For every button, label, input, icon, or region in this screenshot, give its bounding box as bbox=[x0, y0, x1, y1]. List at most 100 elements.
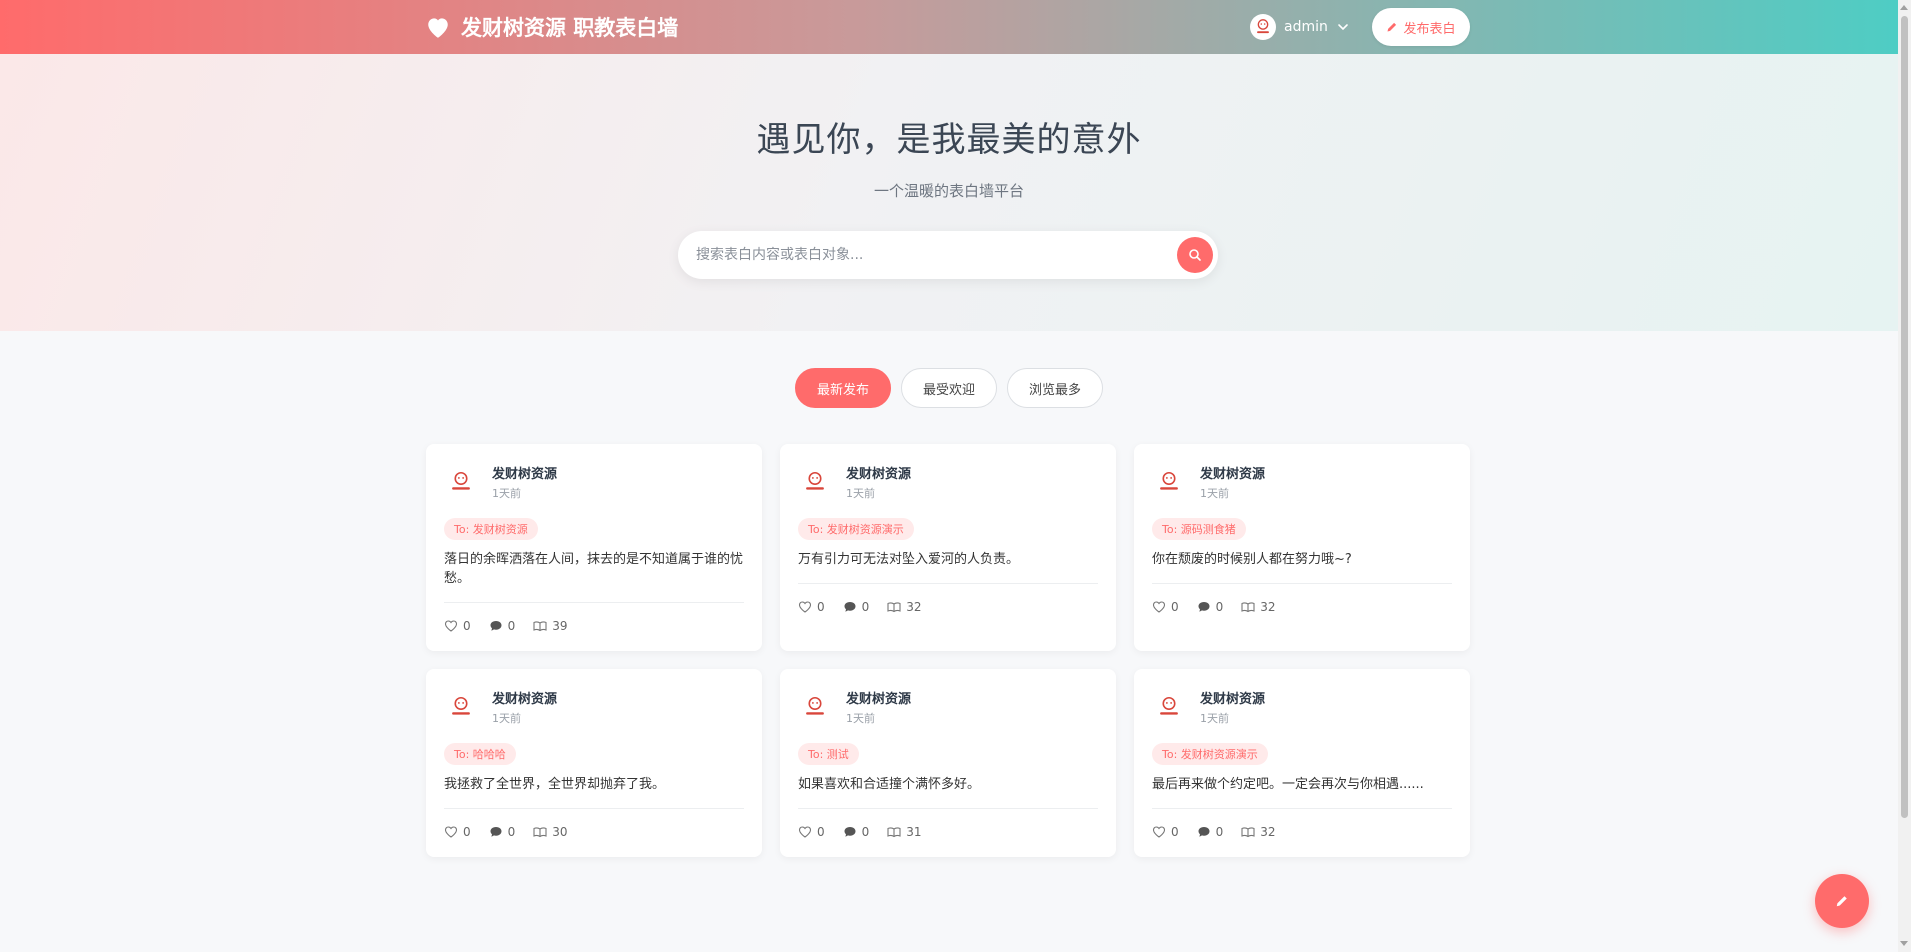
card-author: 发财树资源 bbox=[1200, 467, 1266, 482]
avatar-logo-icon bbox=[806, 696, 824, 715]
comment-count: 0 bbox=[1215, 600, 1224, 614]
card-author: 发财树资源 bbox=[1200, 692, 1266, 707]
comment-icon bbox=[1198, 602, 1210, 612]
view-count: 30 bbox=[552, 825, 568, 839]
like-button[interactable]: 0 bbox=[1152, 600, 1179, 614]
confession-card[interactable]: 发财树资源 1天前 To: 发财树资源 落日的余晖洒落在人间，抹去的是不知道属于… bbox=[426, 444, 762, 651]
avatar bbox=[798, 465, 832, 499]
view-count: 39 bbox=[552, 619, 568, 633]
page-scrollbar[interactable] bbox=[1898, 0, 1911, 952]
book-open-icon bbox=[533, 621, 547, 632]
comment-button[interactable]: 0 bbox=[1197, 825, 1224, 839]
card-author: 发财树资源 bbox=[492, 692, 558, 707]
tab-latest[interactable]: 最新发布 bbox=[794, 368, 891, 408]
like-button[interactable]: 0 bbox=[798, 600, 825, 614]
avatar-logo-icon bbox=[1257, 19, 1269, 34]
view-stat: 31 bbox=[887, 825, 922, 839]
recipient-tag: To: 发财树资源演示 bbox=[798, 518, 914, 540]
publish-label: 发布表白 bbox=[1403, 21, 1456, 37]
view-stat: 32 bbox=[887, 600, 922, 614]
like-button[interactable]: 0 bbox=[1152, 825, 1179, 839]
card-author: 发财树资源 bbox=[846, 692, 912, 707]
hero-subtitle: 一个温暖的表白墙平台 bbox=[873, 182, 1024, 200]
card-time: 1天前 bbox=[492, 487, 521, 500]
comment-button[interactable]: 0 bbox=[489, 825, 515, 839]
avatar bbox=[1250, 14, 1276, 40]
view-count: 32 bbox=[1260, 825, 1276, 839]
sort-tabs: 最新发布 最受欢迎 浏览最多 bbox=[0, 368, 1898, 408]
view-stat: 39 bbox=[533, 619, 568, 633]
card-time: 1天前 bbox=[846, 487, 875, 500]
confession-card[interactable]: 发财树资源 1天前 To: 发财树资源演示 最后再来做个约定吧。一定会再次与你相… bbox=[1134, 669, 1470, 857]
book-open-icon bbox=[1241, 602, 1255, 613]
book-open-icon bbox=[887, 602, 901, 613]
card-time: 1天前 bbox=[1200, 487, 1229, 500]
comment-icon bbox=[490, 827, 502, 837]
heart-outline-icon bbox=[444, 620, 458, 632]
avatar-logo-icon bbox=[452, 471, 470, 490]
comment-button[interactable]: 0 bbox=[1197, 600, 1224, 614]
chevron-down-icon bbox=[1336, 20, 1350, 34]
card-content: 你在颓废的时候别人都在努力哦~? bbox=[1152, 550, 1452, 584]
publish-button[interactable]: 发布表白 bbox=[1372, 8, 1470, 46]
comment-button[interactable]: 0 bbox=[489, 619, 516, 633]
search-button[interactable] bbox=[1177, 237, 1213, 273]
like-count: 0 bbox=[463, 619, 471, 633]
scroll-up-arrow-icon[interactable] bbox=[1900, 5, 1908, 10]
avatar-logo-icon bbox=[452, 696, 470, 715]
recipient-tag: To: 测试 bbox=[798, 743, 859, 765]
tab-most-viewed[interactable]: 浏览最多 bbox=[1007, 368, 1104, 408]
avatar-logo-icon bbox=[806, 471, 824, 490]
recipient-tag: To: 源码测食猪 bbox=[1152, 518, 1246, 540]
scroll-down-arrow-icon[interactable] bbox=[1900, 941, 1908, 946]
like-button[interactable]: 0 bbox=[444, 825, 471, 839]
search-icon bbox=[1189, 249, 1201, 261]
card-content: 如果喜欢和合适撞个满怀多好。 bbox=[798, 775, 1098, 809]
comment-icon bbox=[844, 602, 856, 612]
card-time: 1天前 bbox=[846, 712, 875, 725]
user-menu[interactable]: admin bbox=[1250, 14, 1350, 40]
book-open-icon bbox=[1241, 827, 1255, 838]
recipient-tag: To: 发财树资源 bbox=[444, 518, 538, 540]
like-count: 0 bbox=[1171, 825, 1179, 839]
avatar bbox=[1152, 465, 1186, 499]
comment-button[interactable]: 0 bbox=[843, 600, 870, 614]
comment-count: 0 bbox=[507, 619, 516, 633]
heart-outline-icon bbox=[444, 826, 458, 838]
brand-link[interactable]: 发财树资源 职教表白墙 bbox=[425, 13, 678, 41]
brand-title: 发财树资源 职教表白墙 bbox=[461, 16, 679, 40]
view-count: 32 bbox=[1260, 600, 1276, 614]
heart-outline-icon bbox=[798, 826, 812, 838]
top-navbar: 发财树资源 职教表白墙 admin 发布表白 bbox=[0, 0, 1898, 54]
avatar bbox=[798, 690, 832, 724]
heart-icon bbox=[428, 18, 448, 38]
comment-count: 0 bbox=[861, 600, 870, 614]
comment-button[interactable]: 0 bbox=[843, 825, 870, 839]
heart-outline-icon bbox=[1152, 826, 1166, 838]
card-author: 发财树资源 bbox=[492, 467, 558, 482]
view-count: 31 bbox=[906, 825, 922, 839]
like-count: 0 bbox=[817, 825, 825, 839]
pencil-icon bbox=[1387, 22, 1397, 32]
card-author: 发财树资源 bbox=[846, 467, 912, 482]
search-bar bbox=[678, 231, 1218, 279]
confession-card[interactable]: 发财树资源 1天前 To: 源码测食猪 你在颓废的时候别人都在努力哦~? 0 0… bbox=[1134, 444, 1470, 651]
avatar bbox=[444, 690, 478, 724]
avatar-logo-icon bbox=[1160, 471, 1178, 490]
card-content: 落日的余晖洒落在人间，抹去的是不知道属于谁的忧愁。 bbox=[444, 550, 744, 603]
comment-count: 0 bbox=[1215, 825, 1224, 839]
floating-publish-button[interactable] bbox=[1815, 874, 1869, 928]
confession-card[interactable]: 发财树资源 1天前 To: 发财树资源演示 万有引力可无法对坠入爱河的人负责。 … bbox=[780, 444, 1116, 651]
card-content: 万有引力可无法对坠入爱河的人负责。 bbox=[798, 550, 1098, 584]
like-button[interactable]: 0 bbox=[444, 619, 471, 633]
like-button[interactable]: 0 bbox=[798, 825, 825, 839]
search-input[interactable] bbox=[696, 231, 1156, 279]
comment-count: 0 bbox=[861, 825, 870, 839]
confession-card[interactable]: 发财树资源 1天前 To: 哈哈哈 我拯救了全世界，全世界却抛弃了我。 0 0 … bbox=[426, 669, 762, 857]
tab-popular[interactable]: 最受欢迎 bbox=[900, 368, 997, 408]
confession-card[interactable]: 发财树资源 1天前 To: 测试 如果喜欢和合适撞个满怀多好。 0 0 31 bbox=[780, 669, 1116, 857]
comment-icon bbox=[490, 621, 502, 631]
like-count: 0 bbox=[1171, 600, 1179, 614]
heart-outline-icon bbox=[1152, 601, 1166, 613]
scrollbar-thumb[interactable] bbox=[1901, 16, 1908, 818]
